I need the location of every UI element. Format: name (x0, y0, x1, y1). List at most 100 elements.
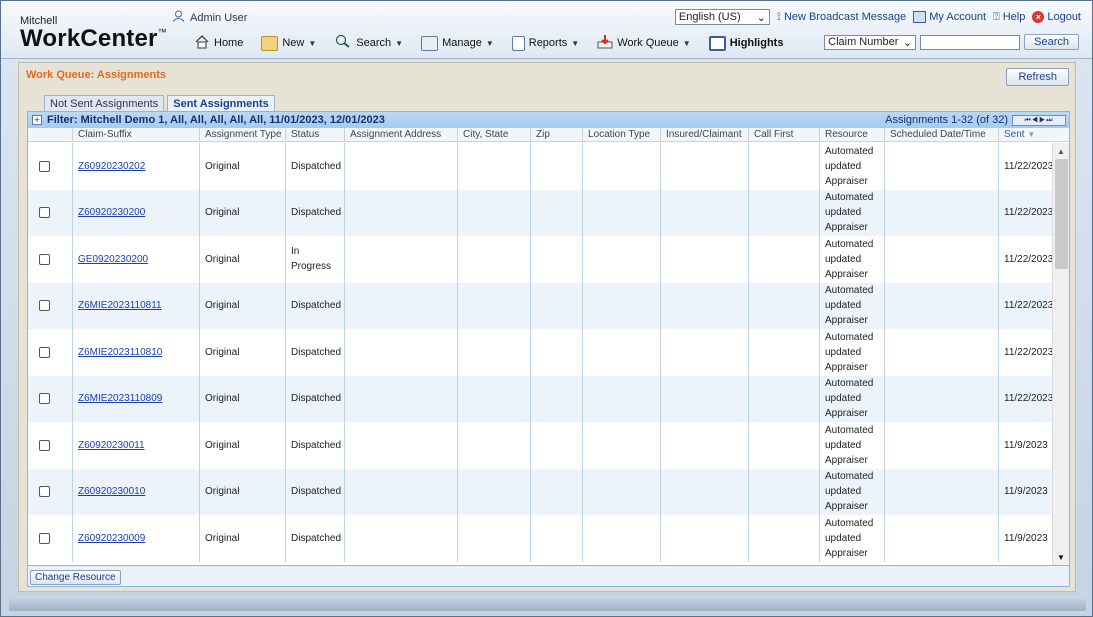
search-input[interactable] (920, 34, 1021, 50)
table-row[interactable]: Z6MIE2023110809 Original Dispatched Automat… (28, 375, 1052, 422)
scroll-thumb[interactable] (1055, 159, 1068, 269)
header-assignment-type[interactable]: Assignment Type (199, 128, 285, 142)
header-scheduled-date-time[interactable]: Scheduled Date/Time (884, 128, 998, 142)
claim-link[interactable]: Z60920230202 (78, 159, 145, 174)
claim-link[interactable]: Z6MIE2023110809 (78, 391, 162, 406)
vertical-scrollbar[interactable]: ▲ ▼ (1052, 143, 1069, 565)
row-checkbox[interactable] (39, 300, 50, 312)
row-checkbox[interactable] (39, 207, 50, 219)
logout-link[interactable]: × Logout (1032, 11, 1081, 23)
resource-cell: Automated updated Appraiser (819, 422, 884, 469)
account-icon (913, 11, 927, 23)
header-insured-claimant[interactable]: Insured/Claimant (660, 128, 748, 142)
call-first-cell (748, 329, 819, 376)
table-row[interactable]: Z60920230202 Original Dispatched Automated … (28, 143, 1052, 190)
search-field-select[interactable]: Claim Number ⌄ (824, 34, 917, 50)
assignment-type-cell: Original (199, 515, 285, 562)
claim-link[interactable]: Z6MIE2023110811 (78, 298, 162, 313)
location-type-cell (582, 236, 660, 283)
claim-link[interactable]: Z6MIE2023110810 (78, 345, 162, 360)
pager-controls[interactable]: ⏮◀▶⏭ (1012, 114, 1066, 126)
language-select[interactable]: English (US) ⌄ (674, 9, 770, 25)
tab-not-sent[interactable]: Not Sent Assignments (44, 95, 165, 112)
call-first-cell (748, 282, 819, 329)
table-row[interactable]: Z60920230011 Original Dispatched Automated … (28, 422, 1052, 469)
manage-icon (421, 35, 439, 51)
city-state-cell (457, 375, 530, 422)
header-call-first[interactable]: Call First (748, 128, 819, 142)
claim-link[interactable]: GE0920230200 (78, 252, 148, 267)
row-checkbox[interactable] (39, 160, 50, 172)
nav-search[interactable]: Search ▼ (327, 32, 410, 54)
resource-cell: Automated updated Appraiser (819, 468, 884, 515)
header-status[interactable]: Status (285, 128, 344, 142)
claim-link[interactable]: Z60920230200 (78, 205, 145, 220)
nav-manage[interactable]: Manage ▼ (414, 34, 501, 53)
help-icon: ⍰ (993, 10, 1000, 23)
claim-link: Z6MIE2023110810 (72, 329, 199, 376)
table-row[interactable]: Z60920230010 Original Dispatched Automated … (28, 468, 1052, 515)
home-icon (194, 34, 210, 52)
location-type-cell (582, 282, 660, 329)
header-assignment-address[interactable]: Assignment Address (344, 128, 457, 142)
scroll-down-icon[interactable]: ▼ (1057, 553, 1065, 562)
scroll-up-icon[interactable]: ▲ (1057, 147, 1065, 156)
header-resource[interactable]: Resource (819, 128, 884, 142)
nav-new[interactable]: New ▼ (254, 34, 323, 53)
assignment-type-cell-text: Original (205, 393, 240, 405)
refresh-button[interactable]: Refresh (1006, 68, 1069, 86)
header-claim-suffix[interactable]: Claim-Suffix (72, 128, 199, 142)
city-state-cell (457, 329, 530, 376)
nav-work-queue[interactable]: Work Queue ▼ (590, 32, 697, 54)
broadcast-icon: ⟟ (776, 10, 781, 23)
change-resource-button[interactable]: Change Resource (30, 570, 121, 585)
city-state-cell (457, 422, 530, 469)
tab-sent[interactable]: Sent Assignments (167, 95, 275, 112)
assignment-type-cell-text: Original (205, 300, 240, 312)
broadcast-link[interactable]: ⟟ New Broadcast Message (777, 11, 906, 24)
my-account-link[interactable]: My Account (913, 11, 986, 23)
table-row[interactable]: Z6MIE2023110811 Original Dispatched Automat… (28, 282, 1052, 329)
row-checkbox[interactable] (39, 393, 50, 405)
new-folder-icon (261, 35, 279, 51)
claim-link[interactable]: Z60920230011 (78, 438, 145, 453)
call-first-cell (748, 143, 819, 190)
scheduled-date-cell (884, 236, 998, 283)
status-cell-text: Dispatched (291, 160, 342, 172)
logout-icon: × (1032, 11, 1045, 23)
sent-date-cell: 11/22/2023 (998, 282, 1052, 329)
table-row[interactable]: Z6MIE2023110810 Original Dispatched Automat… (28, 329, 1052, 376)
claim-link[interactable]: Z60920230009 (78, 531, 145, 546)
table-row[interactable]: Z60920230009 Original Dispatched Automated … (28, 515, 1052, 562)
help-link[interactable]: ⍰ Help (993, 11, 1025, 24)
resource-cell-text: Automated updated Appraiser (825, 517, 874, 559)
top-header: Mitchell WorkCenter™ Admin User English … (1, 1, 1092, 59)
nav-reports[interactable]: Reports ▼ (505, 34, 586, 53)
nav-highlights[interactable]: Highlights (702, 34, 791, 53)
expand-filter-icon[interactable]: + (32, 115, 42, 125)
status-cell-text: Dispatched (291, 300, 342, 312)
account-label: My Account (929, 11, 987, 23)
row-checkbox[interactable] (39, 532, 50, 544)
resource-cell-text: Automated updated Appraiser (825, 145, 874, 187)
sent-date-cell-text: 11/22/2023 (1004, 207, 1052, 219)
nav-home[interactable]: Home (187, 32, 250, 54)
sent-date-cell: 11/22/2023 (998, 329, 1052, 376)
row-select-cell (28, 515, 72, 562)
header-sent[interactable]: Sent ▼ (998, 128, 1052, 142)
search-button[interactable]: Search (1024, 34, 1079, 50)
header-zip[interactable]: Zip (530, 128, 582, 142)
assignment-rows: Z60920230202 Original Dispatched Automated … (28, 143, 1052, 565)
assignment-type-cell: Original (199, 189, 285, 236)
row-checkbox[interactable] (39, 486, 50, 498)
row-checkbox[interactable] (39, 253, 50, 265)
table-row[interactable]: GE0920230200 Original In Progress Automated… (28, 236, 1052, 283)
row-checkbox[interactable] (39, 439, 50, 451)
header-location-type[interactable]: Location Type (582, 128, 660, 142)
table-row[interactable]: Z60920230200 Original Dispatched Automated … (28, 189, 1052, 236)
header-city-state[interactable]: City, State (457, 128, 530, 142)
claim-link[interactable]: Z60920230010 (78, 484, 145, 499)
row-checkbox[interactable] (39, 346, 50, 358)
user-name: Admin User (190, 11, 248, 24)
nav-new-label: New (282, 37, 305, 49)
